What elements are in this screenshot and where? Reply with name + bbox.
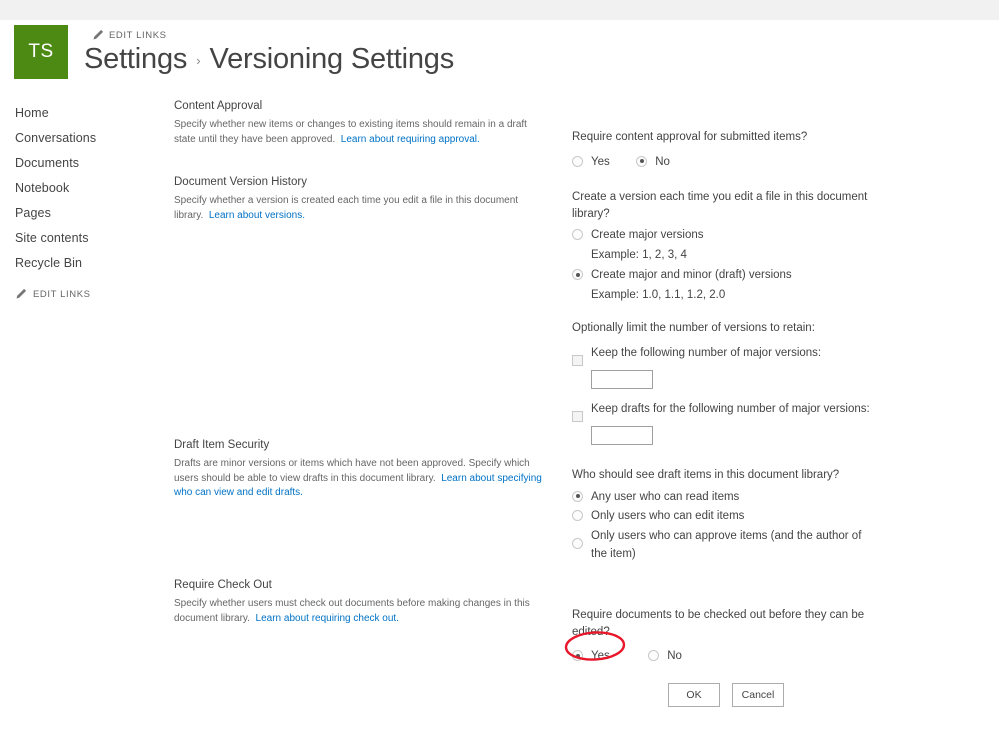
radio-icon[interactable] xyxy=(572,229,583,241)
keep-major-versions-row[interactable]: Keep the following number of major versi… xyxy=(572,345,872,366)
major-minor-versions-option[interactable]: Create major and minor (draft) versions xyxy=(572,267,872,284)
draft-editors-only-label: Only users who can edit items xyxy=(591,510,745,523)
content-approval-description-block: Content Approval Specify whether new ite… xyxy=(174,100,549,147)
keep-major-versions-input[interactable] xyxy=(591,369,653,389)
content-approval-no-label: No xyxy=(655,155,670,168)
version-history-description: Specify whether a version is created eac… xyxy=(174,194,549,223)
require-checkout-yes-option[interactable]: Yes xyxy=(572,648,610,665)
radio-icon[interactable] xyxy=(572,510,583,522)
require-checkout-control-block: Require documents to be checked out befo… xyxy=(572,607,872,668)
draft-security-heading: Draft Item Security xyxy=(174,439,270,451)
keep-drafts-row[interactable]: Keep drafts for the following number of … xyxy=(572,401,872,422)
radio-icon[interactable] xyxy=(648,650,660,662)
draft-any-reader-option[interactable]: Any user who can read items xyxy=(572,489,872,506)
radio-icon[interactable] xyxy=(572,490,583,502)
version-history-control-block: Create a version each time you edit a fi… xyxy=(572,189,872,445)
radio-icon[interactable] xyxy=(572,538,583,550)
radio-icon[interactable] xyxy=(572,155,583,167)
draft-security-control-block: Who should see draft items in this docum… xyxy=(572,467,872,567)
require-checkout-radio-group: Yes No xyxy=(572,645,872,668)
content-approval-heading: Content Approval xyxy=(174,100,263,112)
require-checkout-learn-link[interactable]: Learn about requiring check out. xyxy=(256,613,399,624)
require-checkout-heading: Require Check Out xyxy=(174,579,272,591)
radio-icon[interactable] xyxy=(572,269,583,281)
content-approval-no-option[interactable]: No xyxy=(636,154,670,171)
require-checkout-yes-label: Yes xyxy=(591,650,610,663)
ok-button[interactable]: OK xyxy=(668,683,720,707)
content-approval-control-block: Require content approval for submitted i… xyxy=(572,129,872,173)
version-limit-question: Optionally limit the number of versions … xyxy=(572,322,815,335)
version-history-heading: Document Version History xyxy=(174,176,307,188)
major-versions-label: Create major versions xyxy=(591,229,704,242)
major-minor-versions-example: Example: 1.0, 1.1, 1.2, 2.0 xyxy=(591,288,726,301)
form-action-buttons: OK Cancel xyxy=(668,683,784,707)
keep-major-versions-label: Keep the following number of major versi… xyxy=(591,346,822,359)
content-approval-learn-link[interactable]: Learn about requiring approval. xyxy=(341,134,480,145)
draft-editors-only-option[interactable]: Only users who can edit items xyxy=(572,508,872,525)
require-checkout-description-block: Require Check Out Specify whether users … xyxy=(174,579,549,626)
major-minor-versions-label: Create major and minor (draft) versions xyxy=(591,269,792,282)
major-versions-example: Example: 1, 2, 3, 4 xyxy=(591,249,687,262)
require-checkout-no-label: No xyxy=(667,650,682,663)
content-approval-yes-option[interactable]: Yes xyxy=(572,154,610,171)
draft-approvers-only-label: Only users who can approve items (and th… xyxy=(591,530,862,560)
draft-approvers-only-option[interactable]: Only users who can approve items (and th… xyxy=(572,528,872,564)
draft-any-reader-label: Any user who can read items xyxy=(591,490,740,503)
version-history-learn-link[interactable]: Learn about versions. xyxy=(209,210,305,221)
keep-drafts-input[interactable] xyxy=(591,425,653,445)
version-history-radio-group: Create major versions Example: 1, 2, 3, … xyxy=(572,227,872,304)
content-approval-description: Specify whether new items or changes to … xyxy=(174,118,549,147)
major-versions-option[interactable]: Create major versions xyxy=(572,227,872,244)
content-approval-radio-group: Yes No xyxy=(572,151,872,174)
require-checkout-no-option[interactable]: No xyxy=(648,648,682,665)
keep-drafts-label: Keep drafts for the following number of … xyxy=(591,402,870,415)
checkbox-icon[interactable] xyxy=(572,354,583,366)
draft-security-question: Who should see draft items in this docum… xyxy=(572,469,840,481)
radio-icon[interactable] xyxy=(572,650,583,662)
cancel-button[interactable]: Cancel xyxy=(732,683,784,707)
draft-security-description: Drafts are minor versions or items which… xyxy=(174,457,549,501)
content-approval-yes-label: Yes xyxy=(591,155,610,168)
draft-security-radio-group: Any user who can read items Only users w… xyxy=(572,489,872,564)
content-approval-question: Require content approval for submitted i… xyxy=(572,131,808,143)
versioning-settings-form: Content Approval Specify whether new ite… xyxy=(0,0,999,747)
radio-icon[interactable] xyxy=(636,155,648,167)
version-history-question: Create a version each time you edit a fi… xyxy=(572,191,868,220)
version-history-description-block: Document Version History Specify whether… xyxy=(174,176,549,223)
checkbox-icon[interactable] xyxy=(572,410,583,422)
require-checkout-question: Require documents to be checked out befo… xyxy=(572,609,865,638)
require-checkout-description: Specify whether users must check out doc… xyxy=(174,597,549,626)
draft-security-description-block: Draft Item Security Drafts are minor ver… xyxy=(174,439,549,501)
